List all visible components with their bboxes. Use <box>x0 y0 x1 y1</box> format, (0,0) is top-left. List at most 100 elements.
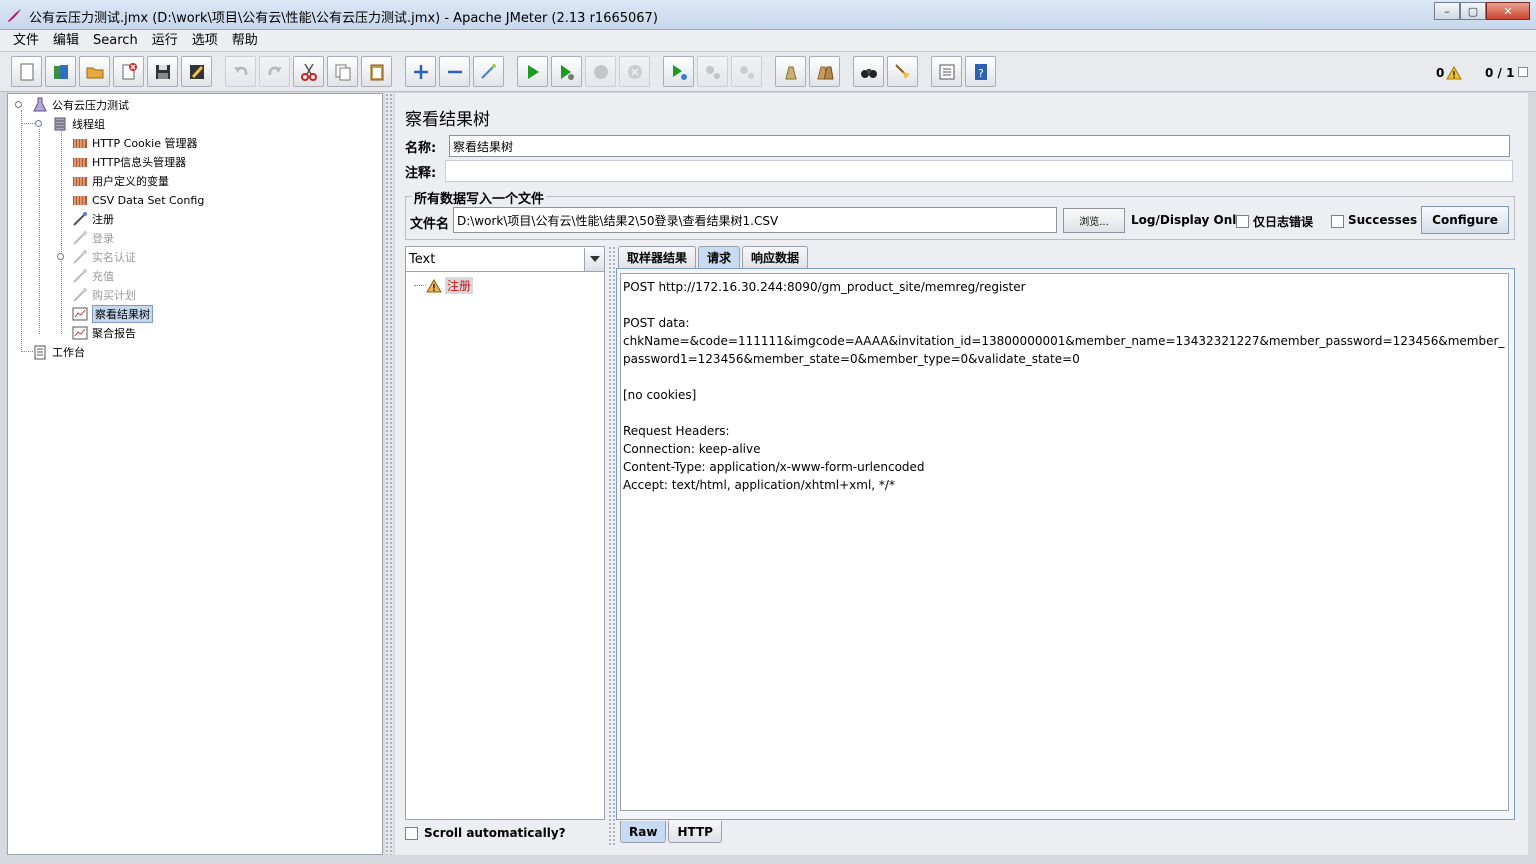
save-button[interactable] <box>147 56 178 87</box>
config-element-icon <box>72 135 88 151</box>
tree-item-cookie-manager[interactable]: HTTP Cookie 管理器 <box>72 134 197 152</box>
tree-item-login[interactable]: 登录 <box>72 229 114 247</box>
paste-button[interactable] <box>361 56 392 87</box>
tab-raw[interactable]: Raw <box>620 821 667 843</box>
menu-options[interactable]: 选项 <box>185 31 225 51</box>
collapse-all-button[interactable] <box>439 56 470 87</box>
menu-search[interactable]: Search <box>86 31 145 51</box>
configure-button[interactable]: Configure <box>1421 206 1509 234</box>
minimize-button[interactable]: – <box>1434 2 1460 20</box>
tab-request[interactable]: 请求 <box>698 246 741 268</box>
menu-file[interactable]: 文件 <box>6 31 46 51</box>
tree-expand-handle[interactable] <box>35 120 42 127</box>
sampler-pipette-icon <box>72 230 88 246</box>
tree-item-view-results-tree[interactable]: 察看结果树 <box>72 305 153 323</box>
remote-stop-button[interactable] <box>697 56 728 87</box>
clear-button[interactable] <box>775 56 806 87</box>
browse-button[interactable]: 浏览... <box>1063 208 1125 233</box>
sampler-pipette-icon <box>72 249 88 265</box>
tree-item-recharge[interactable]: 充值 <box>72 267 114 285</box>
remote-shutdown-icon <box>739 65 754 79</box>
save-as-button[interactable] <box>181 56 212 87</box>
successes-checkbox[interactable] <box>1331 215 1344 228</box>
start-no-pauses-button[interactable] <box>551 56 582 87</box>
copy-button[interactable] <box>327 56 358 87</box>
request-text-line: [no cookies] <box>623 388 697 402</box>
help-button[interactable]: ? <box>965 56 996 87</box>
results-splitter[interactable] <box>608 246 616 846</box>
active-thread-count: 0 / 1 <box>1485 66 1515 80</box>
test-plan-tree: 公有云压力测试 线程组 HTTP Cookie 管理器 HTTP信息头管理器 用… <box>7 93 383 855</box>
config-element-icon <box>72 192 88 208</box>
tab-response-data[interactable]: 响应数据 <box>742 246 809 268</box>
undo-button[interactable] <box>225 56 256 87</box>
maximize-button[interactable]: ▢ <box>1460 2 1486 20</box>
tree-item-label: 实名认证 <box>92 251 136 264</box>
remote-stop-icon <box>705 65 720 79</box>
stop-icon <box>593 64 608 79</box>
tree-item-user-variables[interactable]: 用户定义的变量 <box>72 172 169 190</box>
toggle-button[interactable] <box>473 56 504 87</box>
errors-only-checkbox[interactable] <box>1236 215 1249 228</box>
sample-result-item[interactable]: 注册 <box>426 277 474 294</box>
scroll-automatically-checkbox[interactable] <box>405 826 418 840</box>
shutdown-button[interactable] <box>619 56 650 87</box>
title-bar: 公有云压力测试.jmx (D:\work\项目\公有云\性能\公有云压力测试.j… <box>0 0 1536 30</box>
new-button[interactable] <box>11 56 42 87</box>
redo-button[interactable] <box>259 56 290 87</box>
help-book-icon: ? <box>974 63 987 80</box>
tree-expand-handle[interactable] <box>57 253 64 260</box>
main-splitter[interactable] <box>385 93 393 855</box>
remote-start-button[interactable] <box>663 56 694 87</box>
expand-all-button[interactable] <box>405 56 436 87</box>
paste-clipboard-icon <box>370 64 383 80</box>
filename-input[interactable] <box>453 207 1057 233</box>
remote-shutdown-button[interactable] <box>731 56 762 87</box>
warning-triangle-icon[interactable] <box>1446 66 1462 80</box>
menu-edit[interactable]: 编辑 <box>46 31 86 51</box>
function-helper-button[interactable] <box>931 56 962 87</box>
tree-item-csv-config[interactable]: CSV Data Set Config <box>72 191 204 209</box>
tree-item-test-plan[interactable]: 公有云压力测试 <box>32 96 129 114</box>
sample-result-label: 注册 <box>445 277 474 294</box>
errors-only-label: 仅日志错误 <box>1253 215 1314 229</box>
start-button[interactable] <box>517 56 548 87</box>
request-view-tabs: Raw HTTP <box>620 821 724 843</box>
close-plan-button[interactable] <box>113 56 144 87</box>
menu-help[interactable]: 帮助 <box>225 31 265 51</box>
reset-search-button[interactable] <box>887 56 918 87</box>
request-text-line: Connection: keep-alive <box>623 442 761 456</box>
tree-item-label: 线程组 <box>72 118 105 131</box>
tree-item-header-manager[interactable]: HTTP信息头管理器 <box>72 153 186 171</box>
chevron-down-icon[interactable] <box>584 247 604 271</box>
tree-item-purchase-plan[interactable]: 购买计划 <box>72 286 136 304</box>
cut-button[interactable] <box>293 56 324 87</box>
undo-icon <box>233 66 247 75</box>
comment-row: 注释: <box>405 160 1513 182</box>
clear-all-button[interactable] <box>809 56 840 87</box>
tree-item-thread-group[interactable]: 线程组 <box>52 115 105 133</box>
search-button[interactable] <box>853 56 884 87</box>
renderer-select[interactable]: Text <box>406 247 604 272</box>
name-input[interactable] <box>449 135 1510 157</box>
templates-icon <box>53 64 68 79</box>
tree-item-workbench[interactable]: 工作台 <box>32 343 85 361</box>
tree-item-register[interactable]: 注册 <box>72 210 114 228</box>
templates-button[interactable] <box>45 56 76 87</box>
stop-button[interactable] <box>585 56 616 87</box>
tree-item-label: CSV Data Set Config <box>92 193 205 207</box>
scroll-automatically-option[interactable]: Scroll automatically? <box>405 826 566 840</box>
tree-expand-handle[interactable] <box>15 101 22 108</box>
menu-run[interactable]: 运行 <box>145 31 185 51</box>
tree-item-aggregate-report[interactable]: 聚合报告 <box>72 324 136 342</box>
request-text-area[interactable]: POST http://172.16.30.244:8090/gm_produc… <box>620 273 1509 811</box>
close-button[interactable]: ✕ <box>1486 2 1530 20</box>
window-controls: – ▢ ✕ <box>1434 2 1530 20</box>
reset-search-broom-icon <box>894 63 910 79</box>
tab-http[interactable]: HTTP <box>668 821 722 843</box>
sampler-pipette-icon <box>72 211 88 227</box>
tab-sampler-result[interactable]: 取样器结果 <box>618 246 697 268</box>
open-button[interactable] <box>79 56 110 87</box>
tree-item-realname[interactable]: 实名认证 <box>72 248 136 266</box>
comment-input[interactable] <box>445 160 1513 182</box>
